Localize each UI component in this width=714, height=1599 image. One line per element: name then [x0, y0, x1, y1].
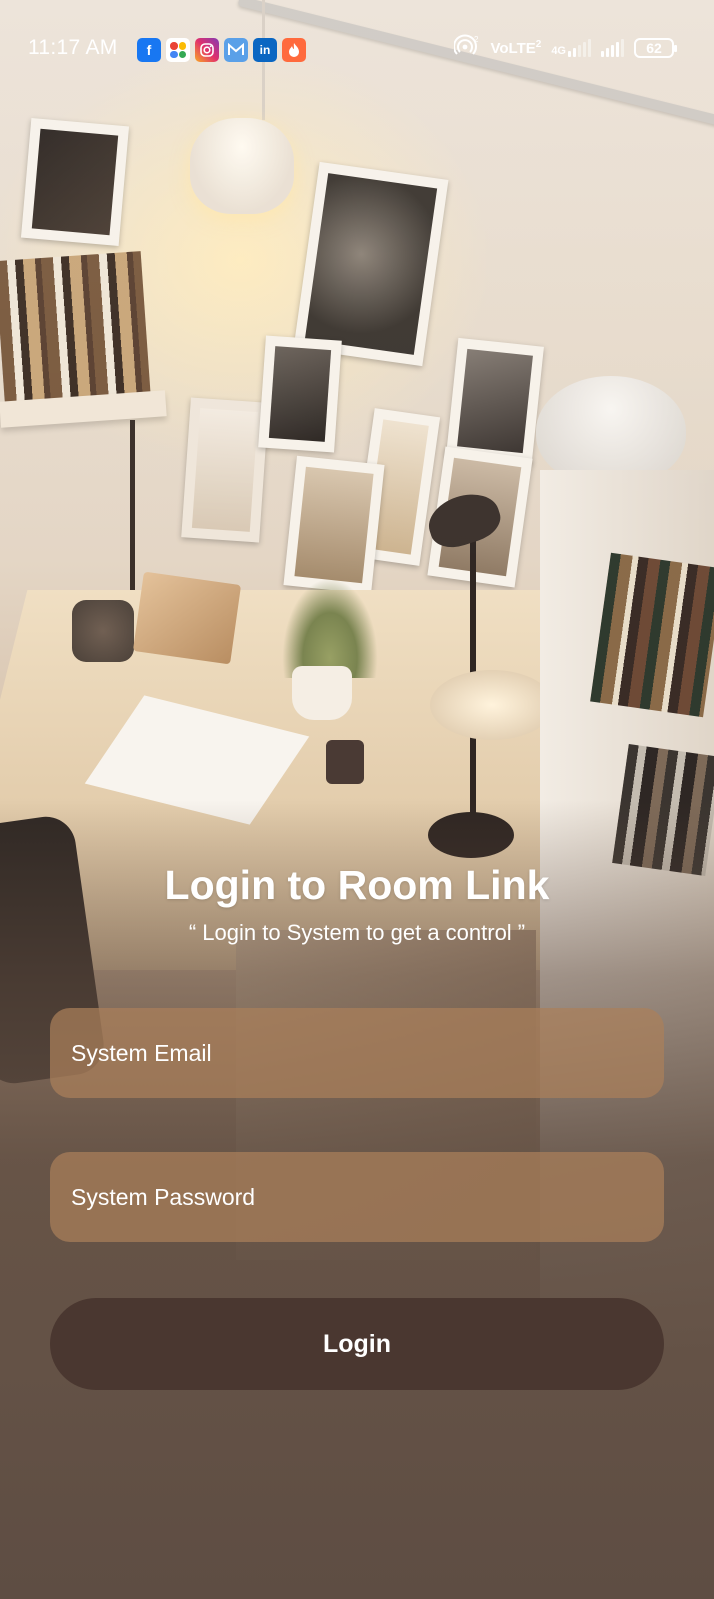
volte-indicator: VoLTE2 — [490, 38, 542, 57]
status-bar: 11:17 AM f in 2 VoLTE2 4G 62 — [0, 0, 714, 98]
signal-strength-icon — [601, 38, 624, 57]
password-input[interactable] — [71, 1183, 664, 1211]
system-indicators: 2 VoLTE2 4G 62 — [453, 34, 677, 61]
mail-icon — [224, 38, 248, 62]
facebook-icon: f — [137, 38, 161, 62]
status-time: 11:17 AM — [28, 36, 118, 59]
hotspot-icon: 2 — [453, 34, 480, 61]
instagram-icon — [195, 38, 219, 62]
login-title: Login to Room Link — [164, 862, 550, 908]
linkedin-icon: in — [253, 38, 277, 62]
google-photos-icon — [166, 38, 190, 62]
tinder-icon — [282, 38, 306, 62]
email-field[interactable] — [50, 1008, 664, 1098]
signal-4g-icon: 4G — [551, 38, 591, 57]
password-field[interactable] — [50, 1152, 664, 1242]
login-button[interactable]: Login — [50, 1298, 664, 1390]
battery-icon: 62 — [634, 37, 677, 58]
notification-icons: f in — [137, 38, 306, 62]
login-subtitle: “ Login to System to get a control ” — [188, 920, 526, 945]
email-input[interactable] — [71, 1039, 664, 1067]
svg-text:2: 2 — [474, 35, 479, 44]
